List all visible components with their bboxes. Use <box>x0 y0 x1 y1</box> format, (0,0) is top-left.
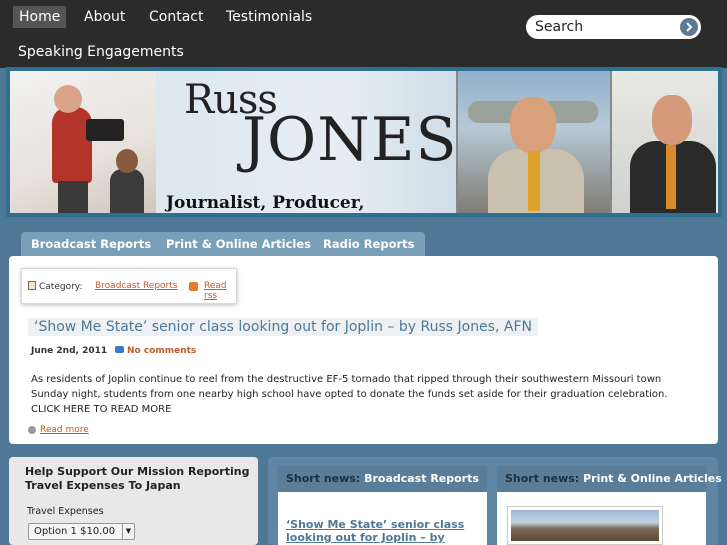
nav-home[interactable]: Home <box>13 6 67 28</box>
category-box: Category: Broadcast Reports Read rss <box>21 268 237 304</box>
arrow-right-icon <box>686 22 693 32</box>
nav-testimonials[interactable]: Testimonials <box>220 6 318 28</box>
document-icon <box>28 281 36 290</box>
short-news-print: Short news: Print & Online Articles <box>497 466 722 545</box>
site-logo: Russ JONES Journalist, Producer, Corresp… <box>156 71 458 213</box>
logo-last-name: JONES <box>242 105 458 175</box>
short-news-heading: Short news: Print & Online Articles <box>497 466 722 492</box>
short-news-thumbnail[interactable] <box>507 506 663 545</box>
nav-speaking-engagements[interactable]: Speaking Engagements <box>12 41 190 63</box>
support-title: Help Support Our Mission Reporting Trave… <box>25 465 250 492</box>
read-more-icon <box>28 426 36 434</box>
search-input[interactable] <box>535 18 675 36</box>
read-more-link[interactable]: Read more <box>40 425 89 435</box>
select-value: Option 1 $10.00 <box>34 526 116 537</box>
chevron-down-icon: ▼ <box>122 524 134 539</box>
nav-contact[interactable]: Contact <box>143 6 209 28</box>
photo-airfield-portrait <box>458 71 610 213</box>
post-date: June 2nd, 2011 <box>31 346 108 356</box>
travel-expenses-label: Travel Expenses <box>27 506 104 517</box>
top-navigation: Home About Contact Testimonials Speaking… <box>0 0 727 68</box>
tab-print-online-articles[interactable]: Print & Online Articles <box>156 232 322 256</box>
rss-link[interactable]: Read rss <box>204 281 236 301</box>
search-box <box>526 15 701 39</box>
short-news-heading: Short news: Broadcast Reports <box>278 466 487 492</box>
nav-about[interactable]: About <box>78 6 131 28</box>
site-tagline: Journalist, Producer, Correspondent <box>166 193 365 213</box>
photo-camera-operator <box>10 71 156 213</box>
travel-expenses-select[interactable]: Option 1 $10.00 ▼ <box>28 523 135 540</box>
comments-link[interactable]: No comments <box>127 346 196 356</box>
category-label: Category: <box>28 281 83 292</box>
photo-interview-portrait <box>612 71 716 213</box>
short-news-link[interactable]: ‘Show Me State’ senior class looking out… <box>286 518 476 545</box>
tab-radio-reports[interactable]: Radio Reports <box>313 232 425 256</box>
comment-icon <box>115 346 124 353</box>
short-news-broadcast: Short news: Broadcast Reports ‘Show Me S… <box>278 466 487 545</box>
main-content: Category: Broadcast Reports Read rss ‘Sh… <box>9 256 718 444</box>
category-link[interactable]: Broadcast Reports <box>95 281 177 291</box>
rss-icon <box>189 282 198 291</box>
header-banner: Russ JONES Journalist, Producer, Corresp… <box>6 67 722 217</box>
support-widget: Help Support Our Mission Reporting Trave… <box>9 457 258 545</box>
search-submit-button[interactable] <box>680 18 698 36</box>
post-title[interactable]: ‘Show Me State’ senior class looking out… <box>28 318 538 336</box>
post-excerpt: As residents of Joplin continue to reel … <box>31 374 668 415</box>
tab-broadcast-reports[interactable]: Broadcast Reports <box>21 232 162 256</box>
